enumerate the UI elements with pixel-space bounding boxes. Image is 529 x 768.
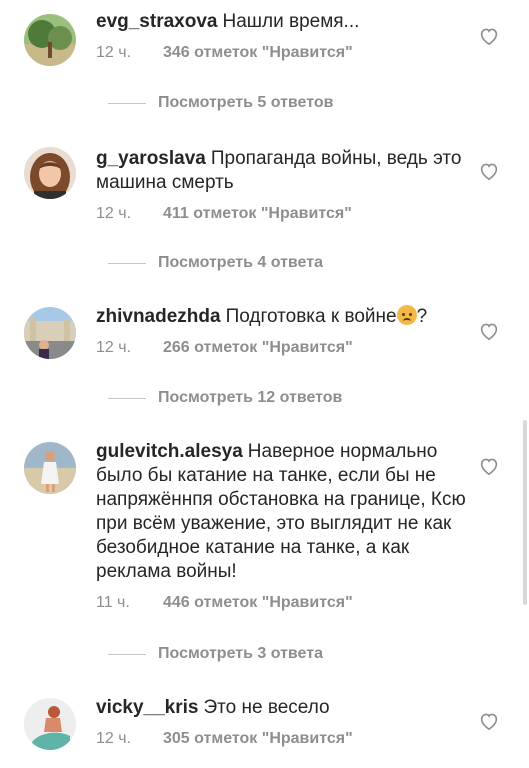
avatar[interactable] [24,14,76,66]
heart-icon[interactable] [479,322,499,342]
replies-divider [108,653,146,655]
replies-divider [108,397,146,399]
avatar[interactable] [24,307,76,359]
username[interactable]: g_yaroslava [96,148,206,169]
likes-count[interactable]: 346 отметок "Нравится" [163,44,353,62]
likes-count[interactable]: 305 отметок "Нравится" [163,730,353,748]
view-replies-label: Посмотреть 4 ответа [158,254,323,271]
view-replies-button[interactable]: Посмотреть 12 ответов [108,389,342,407]
timestamp: 12 ч. [96,205,132,222]
heart-icon[interactable] [479,27,499,47]
timestamp: 12 ч. [96,44,132,61]
view-replies-button[interactable]: Посмотреть 5 ответов [108,94,333,112]
comment-meta: 12 ч. 346 отметок "Нравится" [96,44,466,62]
view-replies-label: Посмотреть 12 ответов [158,389,343,406]
crying-face-emoji-icon [396,305,417,325]
view-replies-label: Посмотреть 5 ответов [158,94,334,111]
comment-text: evg_straxova Нашли время... [96,10,466,34]
timestamp: 11 ч. [96,594,130,611]
likes-count[interactable]: 411 отметок "Нравится" [163,205,352,223]
replies-divider [108,102,146,104]
timestamp: 12 ч. [96,339,132,356]
comment-text: g_yaroslava Пропаганда войны, ведь это ма… [96,147,466,195]
scrollbar[interactable] [523,420,527,605]
comment-meta: 12 ч. 305 отметок "Нравится" [96,730,466,748]
username[interactable]: gulevitch.alesya [96,441,243,462]
comment-text: vicky__kris Это не весело [96,696,466,720]
comment-suffix: ? [416,306,428,327]
likes-count[interactable]: 266 отметок "Нравится" [163,339,353,357]
view-replies-button[interactable]: Посмотреть 4 ответа [108,254,323,272]
avatar[interactable] [24,442,76,494]
comment-body: Это не весело [203,697,330,718]
comment-text: gulevitch.alesya Наверное нормально было … [96,440,466,584]
heart-icon[interactable] [479,457,499,477]
comment-meta: 11 ч. 446 отметок "Нравится" [96,594,466,612]
replies-divider [108,262,146,264]
comment-meta: 12 ч. 266 отметок "Нравится" [96,339,466,357]
comment-body: Подготовка к войне [225,306,397,327]
view-replies-button[interactable]: Посмотреть 3 ответа [108,645,323,663]
username[interactable]: vicky__kris [96,697,199,718]
avatar[interactable] [24,698,76,750]
comment-meta: 12 ч. 411 отметок "Нравится" [96,205,466,223]
heart-icon[interactable] [479,162,499,182]
heart-icon[interactable] [479,712,499,732]
timestamp: 12 ч. [96,730,132,747]
comment-body: Нашли время... [222,11,360,32]
comment-body: Наверное нормально было бы катание на та… [96,441,466,582]
username[interactable]: zhivnadezhda [96,306,221,327]
comment-text: zhivnadezhda Подготовка к войне? [96,305,466,329]
view-replies-label: Посмотреть 3 ответа [158,645,323,662]
likes-count[interactable]: 446 отметок "Нравится" [163,594,353,612]
username[interactable]: evg_straxova [96,11,217,32]
avatar[interactable] [24,147,76,199]
